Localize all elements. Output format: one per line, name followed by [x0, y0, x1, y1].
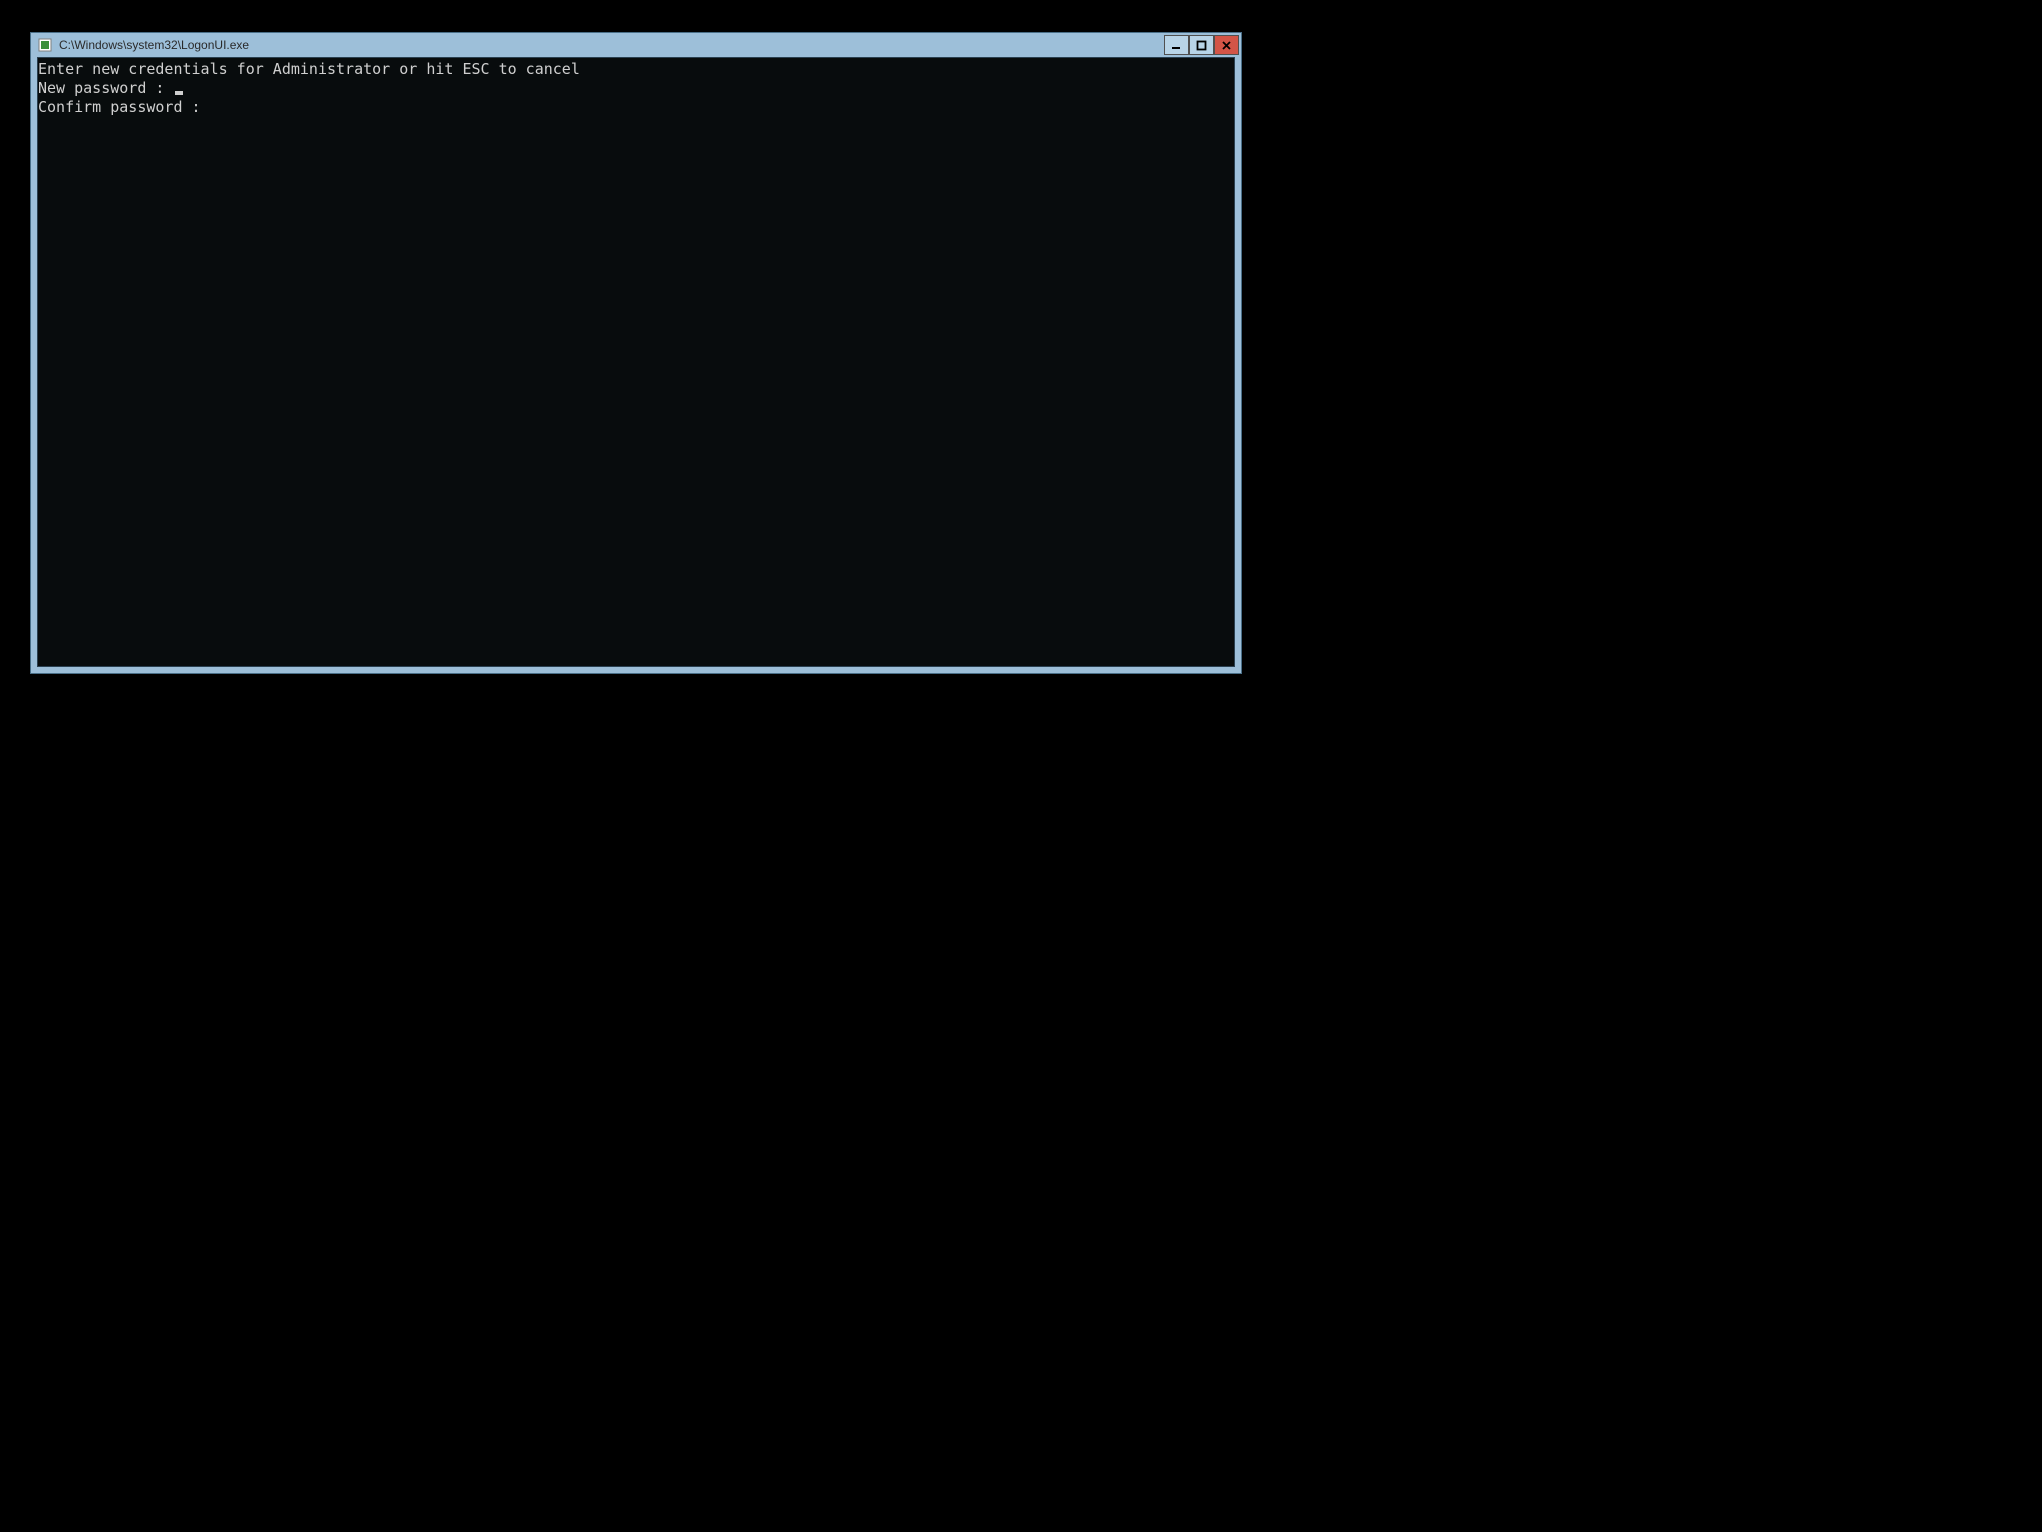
console-prompt-line: Enter new credentials for Administrator …: [38, 60, 1234, 79]
console-new-password-line: New password :: [38, 79, 1234, 98]
maximize-button[interactable]: [1189, 35, 1214, 55]
desktop: C:\Windows\system32\LogonUI.exe Enter ne…: [0, 0, 1271, 953]
minimize-button[interactable]: [1164, 35, 1189, 55]
close-button[interactable]: [1214, 35, 1239, 55]
console-confirm-password-line: Confirm password :: [38, 98, 1234, 117]
app-icon: [37, 37, 53, 53]
console-window: C:\Windows\system32\LogonUI.exe Enter ne…: [30, 32, 1242, 674]
text-cursor: [175, 91, 183, 95]
window-titlebar[interactable]: C:\Windows\system32\LogonUI.exe: [31, 33, 1241, 57]
console-client-area[interactable]: Enter new credentials for Administrator …: [37, 57, 1235, 667]
window-buttons: [1164, 35, 1239, 55]
window-title: C:\Windows\system32\LogonUI.exe: [59, 38, 1164, 52]
new-password-label: New password :: [38, 79, 173, 97]
